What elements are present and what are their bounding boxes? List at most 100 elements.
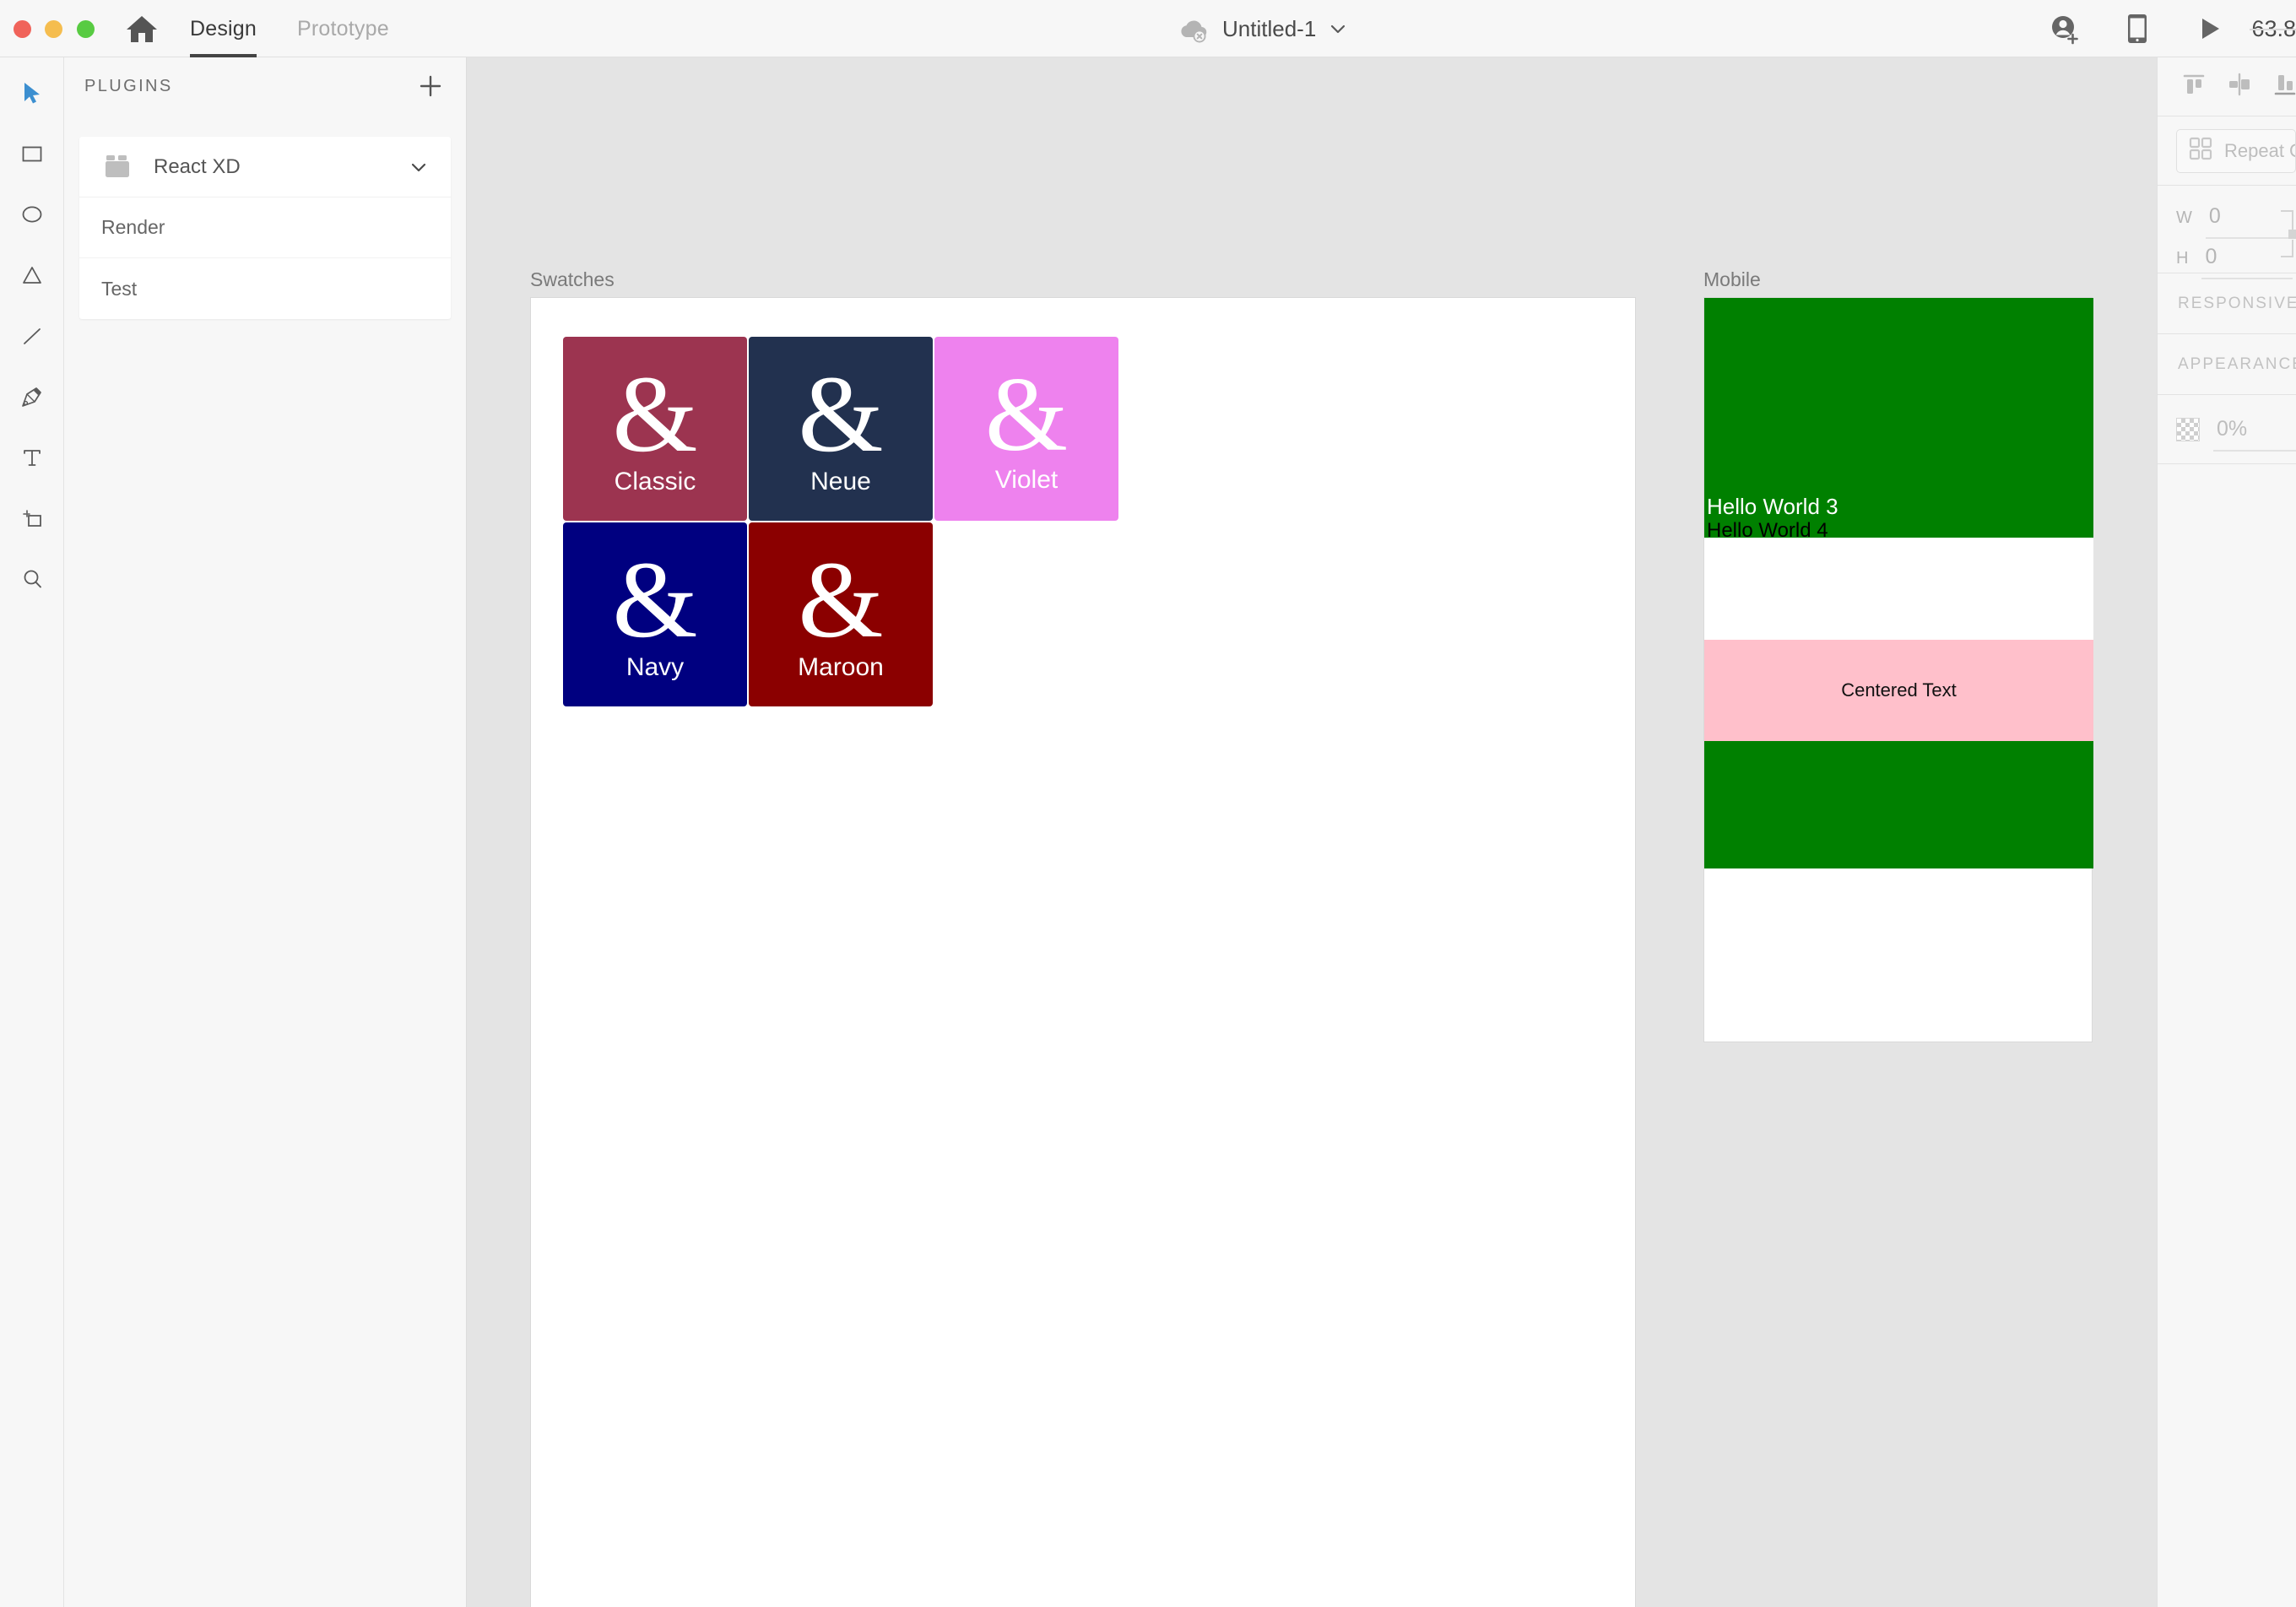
plugin-card: React XD Render Test [79, 137, 451, 319]
width-value[interactable]: 0 [2205, 204, 2296, 239]
swatch-navy[interactable]: & Navy [563, 522, 747, 706]
swatch-navy-glyph: & [612, 539, 698, 662]
align-top-icon[interactable] [2181, 72, 2207, 101]
plugin-command-render-label: Render [101, 216, 165, 238]
swatch-navy-label: Navy [625, 652, 685, 681]
design-canvas[interactable]: Swatches & Classic & Neue & Violet & Nav… [467, 57, 2157, 1607]
section-responsive-label: RESPONSIVE [2178, 294, 2296, 312]
height-label: H [2176, 249, 2189, 268]
square-icon [19, 141, 45, 170]
document-title-group[interactable]: Untitled-1 [1178, 0, 1347, 57]
select-tool[interactable] [0, 64, 64, 125]
plugins-header: PLUGINS [64, 57, 467, 115]
zoom-tool[interactable] [0, 550, 64, 611]
swatch-neue-label: Neue [810, 467, 871, 495]
plugin-command-test[interactable]: Test [79, 258, 451, 319]
mobile-green-block-2[interactable] [1704, 741, 2093, 868]
artboard-mobile[interactable]: Centered Text Hello World 3 Hello World … [1703, 297, 2093, 1042]
window-close-button[interactable] [14, 20, 31, 38]
size-controls: W 0 H 0 [2158, 186, 2296, 279]
plugin-command-render[interactable]: Render [79, 197, 451, 258]
height-field-row: H 0 [2176, 245, 2293, 279]
window-maximize-button[interactable] [77, 20, 95, 38]
width-label: W [2176, 208, 2192, 227]
swatch-maroon-glyph: & [798, 539, 884, 662]
mobile-pink-block[interactable]: Centered Text [1704, 640, 2093, 741]
opacity-value[interactable]: 0% [2212, 417, 2296, 452]
artboard-swatches[interactable]: & Classic & Neue & Violet & Navy & Maroo… [530, 297, 1636, 1607]
play-icon[interactable] [2174, 0, 2246, 57]
line-icon [19, 323, 45, 353]
home-icon[interactable] [125, 14, 159, 44]
swatch-maroon[interactable]: & Maroon [749, 522, 933, 706]
align-bottom-icon[interactable] [2272, 72, 2296, 101]
swatch-classic-label: Classic [614, 467, 696, 495]
tab-design[interactable]: Design [190, 0, 257, 57]
tab-prototype-label: Prototype [297, 16, 389, 41]
plugins-title: PLUGINS [84, 76, 173, 95]
artboard-icon [19, 506, 45, 535]
device-preview-icon[interactable] [2101, 0, 2174, 57]
puzzle-icon [101, 152, 135, 182]
section-appearance[interactable]: APPEARANCE [2158, 334, 2296, 395]
plugin-header-react-xd[interactable]: React XD [79, 137, 451, 197]
pen-icon [19, 384, 45, 414]
polygon-tool[interactable] [0, 246, 64, 307]
magnifier-icon [19, 566, 45, 596]
circle-icon [19, 202, 45, 231]
width-field-row: W 0 [2176, 204, 2296, 239]
section-responsive[interactable]: RESPONSIVE [2158, 273, 2296, 334]
plugin-name: React XD [154, 154, 241, 178]
text-tool[interactable] [0, 429, 64, 490]
tab-design-label: Design [190, 16, 257, 41]
section-appearance-label: APPEARANCE [2178, 354, 2296, 373]
repeat-grid-label: Repeat G [2224, 139, 2296, 161]
mobile-white-block[interactable] [1704, 538, 2093, 640]
chevron-down-icon[interactable] [1329, 19, 1347, 38]
plus-icon[interactable] [418, 73, 443, 99]
repeat-grid-row: Repeat G [2158, 116, 2296, 186]
align-controls [2158, 57, 2296, 116]
swatch-neue[interactable]: & Neue [749, 337, 933, 521]
swatch-violet[interactable]: & Violet [934, 337, 1118, 521]
transparent-checker-icon[interactable] [2176, 417, 2200, 441]
repeat-grid-button[interactable]: Repeat G [2176, 128, 2296, 173]
mobile-centered-text: Centered Text [1841, 679, 1957, 701]
swatch-classic[interactable]: & Classic [563, 337, 747, 521]
line-tool[interactable] [0, 307, 64, 368]
artboard-label-mobile[interactable]: Mobile [1703, 268, 1761, 291]
mobile-text-hello-world-3[interactable]: Hello World 3 [1707, 494, 1838, 520]
cloud-offline-icon [1178, 18, 1210, 43]
ellipse-tool[interactable] [0, 186, 64, 246]
text-t-icon [19, 445, 45, 474]
pen-tool[interactable] [0, 368, 64, 429]
mobile-text-hello-world-4[interactable]: Hello World 4 [1707, 519, 1828, 543]
opacity-row: 0% [2158, 395, 2296, 464]
window-minimize-button[interactable] [45, 20, 62, 38]
swatch-maroon-label: Maroon [798, 652, 884, 681]
invite-icon[interactable] [2028, 0, 2101, 57]
top-bar: Design Prototype Untitled-1 63.8 [0, 0, 2296, 57]
lock-aspect-ratio-icon[interactable] [2279, 204, 2296, 265]
swatch-neue-glyph: & [798, 354, 884, 476]
swatch-classic-glyph: & [612, 354, 698, 476]
triangle-icon [19, 262, 45, 292]
align-middle-icon[interactable] [2227, 72, 2252, 101]
height-value[interactable]: 0 [2201, 245, 2293, 279]
zoom-level[interactable]: 63.8 [2246, 16, 2296, 42]
top-bar-actions: 63.8 [2028, 0, 2296, 57]
rectangle-tool[interactable] [0, 125, 64, 186]
tool-sidebar [0, 57, 64, 1607]
plugins-panel: PLUGINS React XD Render Test [64, 57, 467, 1607]
artboard-label-swatches[interactable]: Swatches [530, 268, 615, 291]
chevron-down-icon[interactable] [409, 157, 429, 177]
property-inspector: Repeat G W 0 H 0 RESPONSIVE APPEARANCE 0… [2157, 57, 2296, 1607]
plugin-command-test-label: Test [101, 277, 138, 300]
swatch-violet-label: Violet [994, 465, 1059, 494]
tab-prototype[interactable]: Prototype [297, 0, 389, 57]
document-title: Untitled-1 [1222, 15, 1317, 41]
artboard-tool[interactable] [0, 490, 64, 550]
swatch-violet-glyph: & [984, 356, 1068, 474]
grid-icon [2189, 137, 2212, 165]
cursor-icon [19, 80, 45, 110]
